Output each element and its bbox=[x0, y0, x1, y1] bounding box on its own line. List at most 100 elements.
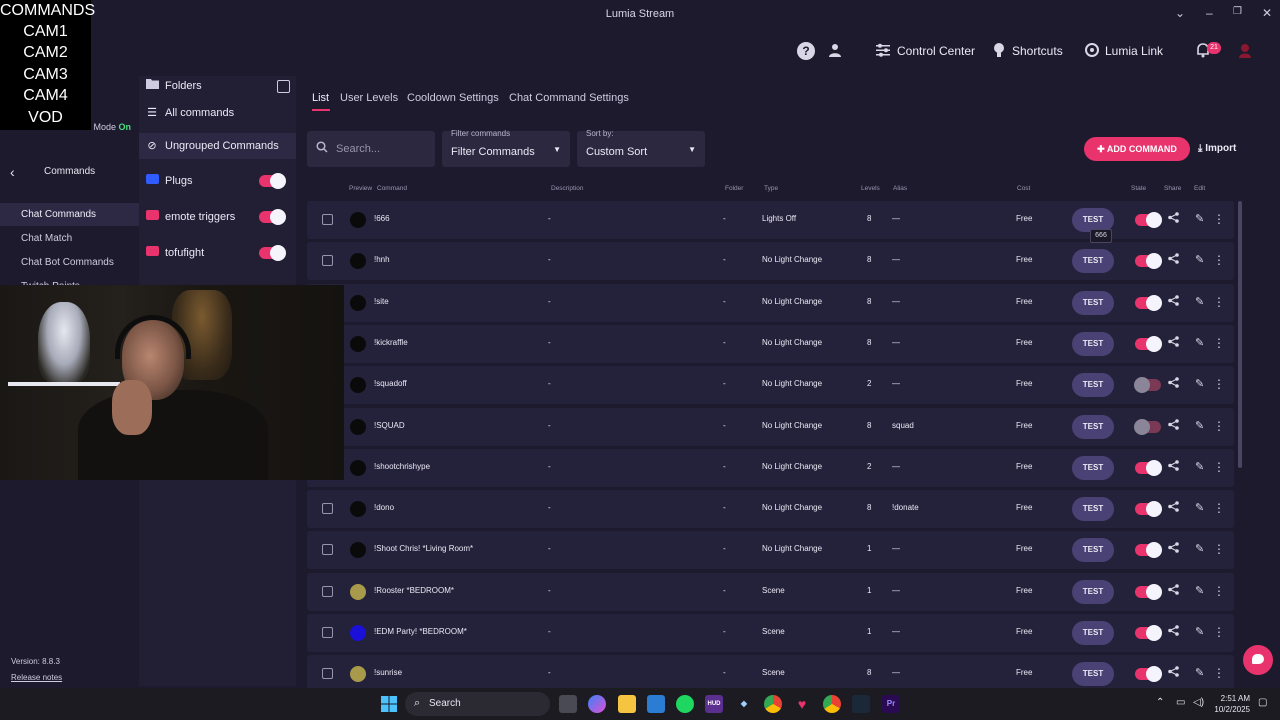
state-toggle[interactable] bbox=[1135, 542, 1162, 559]
minimize-icon[interactable]: – bbox=[1206, 6, 1213, 20]
table-row[interactable]: !hnh - - No Light Change 8 — Free TEST ✎ ⋮ bbox=[307, 242, 1234, 281]
premiere-pro-icon[interactable]: Pr bbox=[882, 695, 900, 713]
share-icon[interactable] bbox=[1168, 459, 1179, 474]
row-checkbox[interactable] bbox=[322, 214, 333, 225]
folder-tofufight-toggle[interactable] bbox=[259, 245, 286, 261]
state-toggle[interactable] bbox=[1134, 377, 1161, 394]
tab-chat-command-settings[interactable]: Chat Command Settings bbox=[509, 92, 629, 104]
share-icon[interactable] bbox=[1168, 377, 1179, 391]
test-button[interactable]: TEST bbox=[1072, 414, 1114, 439]
more-options-icon[interactable]: ⋮ bbox=[1213, 336, 1225, 350]
more-options-icon[interactable]: ⋮ bbox=[1213, 666, 1225, 680]
search-field[interactable] bbox=[307, 131, 435, 167]
file-explorer-icon[interactable] bbox=[618, 695, 636, 713]
table-row[interactable]: !SQUAD - - No Light Change 8 squad Free TEST ✎ ⋮ bbox=[307, 407, 1234, 446]
test-button[interactable]: TEST bbox=[1072, 497, 1114, 522]
shortcuts-link[interactable]: Shortcuts bbox=[1012, 44, 1063, 58]
folder-emote-triggers-toggle[interactable] bbox=[259, 209, 286, 225]
steam-icon[interactable] bbox=[852, 695, 870, 713]
scrollbar[interactable] bbox=[1238, 201, 1242, 468]
edit-icon[interactable]: ✎ bbox=[1195, 377, 1204, 390]
share-icon[interactable] bbox=[1168, 294, 1179, 309]
more-options-icon[interactable]: ⋮ bbox=[1213, 295, 1225, 309]
edit-icon[interactable]: ✎ bbox=[1195, 542, 1204, 555]
edit-icon[interactable]: ✎ bbox=[1195, 625, 1204, 638]
nav-item-chat-match[interactable]: Chat Match bbox=[0, 227, 139, 250]
tab-user-levels[interactable]: User Levels bbox=[340, 92, 398, 104]
more-options-icon[interactable]: ⋮ bbox=[1213, 377, 1225, 391]
more-options-icon[interactable]: ⋮ bbox=[1213, 501, 1225, 515]
edit-icon[interactable]: ✎ bbox=[1195, 666, 1204, 679]
edit-icon[interactable]: ✎ bbox=[1195, 295, 1204, 308]
network-icon[interactable]: ▭ bbox=[1176, 697, 1185, 708]
taskbar-search[interactable]: ⌕ Search bbox=[405, 692, 550, 716]
test-button[interactable]: TEST bbox=[1072, 331, 1114, 356]
test-button[interactable]: TEST bbox=[1072, 455, 1114, 480]
more-options-icon[interactable]: ⋮ bbox=[1213, 584, 1225, 598]
user-settings-icon[interactable] bbox=[827, 42, 845, 60]
more-options-icon[interactable]: ⋮ bbox=[1213, 253, 1225, 267]
folder-tofufight[interactable]: tofufight bbox=[139, 240, 296, 266]
windows-start-icon[interactable] bbox=[380, 695, 398, 713]
filter-commands-select[interactable]: Filter commands Filter Commands ▼ bbox=[442, 129, 570, 167]
folder-all-commands[interactable]: ☰ All commands bbox=[139, 100, 296, 126]
folder-ungrouped[interactable]: ⊘ Ungrouped Commands bbox=[139, 133, 296, 159]
import-button[interactable]: ⤓ Import bbox=[1198, 143, 1236, 154]
folder-plugs[interactable]: Plugs bbox=[139, 168, 296, 194]
more-options-icon[interactable]: ⋮ bbox=[1213, 542, 1225, 556]
chrome-profile-icon[interactable] bbox=[823, 695, 841, 713]
share-icon[interactable] bbox=[1168, 542, 1179, 556]
column-header-description[interactable]: Description bbox=[551, 185, 584, 192]
chevron-down-icon[interactable]: ⌄ bbox=[1175, 6, 1185, 20]
edit-icon[interactable]: ✎ bbox=[1195, 253, 1204, 266]
taskbar-clock[interactable]: 2:51 AM 10/2/2025 bbox=[1208, 693, 1250, 715]
row-checkbox[interactable] bbox=[322, 503, 333, 515]
back-arrow-icon[interactable]: ‹ bbox=[10, 164, 15, 180]
share-icon[interactable] bbox=[1168, 501, 1179, 515]
lightbulb-icon[interactable] bbox=[990, 42, 1008, 60]
row-checkbox[interactable] bbox=[322, 255, 333, 267]
test-button[interactable]: TEST bbox=[1072, 290, 1114, 315]
folder-emote-triggers[interactable]: emote triggers bbox=[139, 204, 296, 230]
table-row[interactable]: !shootchrishype - - No Light Change 2 — Free TE… bbox=[307, 448, 1234, 487]
more-options-icon[interactable]: ⋮ bbox=[1213, 419, 1225, 433]
test-button[interactable]: TEST bbox=[1072, 249, 1114, 274]
table-row[interactable]: !squadoff - - No Light Change 2 — Free TEST ✎ ⋮ bbox=[307, 366, 1234, 405]
column-header-command[interactable]: Command bbox=[377, 185, 407, 192]
row-checkbox[interactable] bbox=[322, 544, 333, 556]
lumia-stream-icon[interactable]: ♥ bbox=[793, 695, 811, 713]
table-row[interactable]: !EDM Party! *BEDROOM* - - Scene 1 — Free TEST ✎ ⋮ bbox=[307, 614, 1234, 652]
notification-center-icon[interactable]: ▢ bbox=[1258, 697, 1267, 708]
chrome-icon[interactable] bbox=[764, 695, 782, 713]
help-icon[interactable]: ? bbox=[797, 42, 815, 60]
table-row[interactable]: !kickraffle - - No Light Change 8 — Free TEST ✎ ⋮ bbox=[307, 324, 1234, 363]
state-toggle[interactable] bbox=[1135, 459, 1162, 476]
profile-avatar-icon[interactable] bbox=[1236, 42, 1254, 60]
folder-plugs-toggle[interactable] bbox=[259, 173, 286, 189]
edit-icon[interactable]: ✎ bbox=[1195, 501, 1204, 514]
state-toggle[interactable] bbox=[1135, 294, 1162, 311]
state-toggle[interactable] bbox=[1135, 253, 1162, 270]
share-icon[interactable] bbox=[1168, 253, 1179, 267]
more-options-icon[interactable]: ⋮ bbox=[1213, 625, 1225, 639]
sort-by-select[interactable]: Sort by: Custom Sort ▼ bbox=[577, 129, 705, 167]
copilot-icon[interactable] bbox=[588, 695, 606, 713]
lumia-link-icon[interactable] bbox=[1083, 42, 1101, 60]
state-toggle[interactable] bbox=[1135, 335, 1162, 352]
edit-icon[interactable]: ✎ bbox=[1195, 584, 1204, 597]
state-toggle[interactable] bbox=[1135, 625, 1162, 641]
chevron-up-icon[interactable]: ⌃ bbox=[1156, 697, 1164, 708]
edit-icon[interactable]: ✎ bbox=[1195, 336, 1204, 349]
row-checkbox[interactable] bbox=[322, 627, 333, 638]
share-icon[interactable] bbox=[1168, 625, 1179, 639]
test-button[interactable]: TEST bbox=[1072, 662, 1114, 687]
share-icon[interactable] bbox=[1168, 418, 1179, 433]
test-button[interactable]: TEST bbox=[1072, 373, 1114, 398]
state-toggle[interactable] bbox=[1135, 583, 1162, 600]
hudfx-icon[interactable]: HUD bbox=[705, 695, 723, 713]
search-input[interactable] bbox=[336, 139, 426, 159]
more-options-icon[interactable]: ⋮ bbox=[1213, 460, 1225, 474]
nav-item-chat-bot-commands[interactable]: Chat Bot Commands bbox=[0, 251, 139, 274]
column-header-type[interactable]: Type bbox=[764, 185, 778, 192]
volume-icon[interactable]: ◁) bbox=[1193, 697, 1204, 708]
